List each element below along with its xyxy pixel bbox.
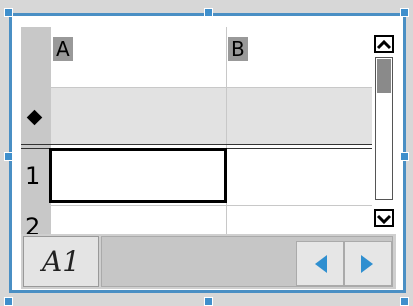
- resize-handle-bottom-right[interactable]: [400, 297, 409, 306]
- resize-handle-bottom-center[interactable]: [204, 297, 213, 306]
- bottom-bar: A1: [21, 234, 396, 289]
- arrow-down-icon: [376, 214, 392, 225]
- resize-handle-top-center[interactable]: [204, 8, 213, 17]
- gridline: [21, 87, 372, 88]
- resize-handle-right-middle[interactable]: [400, 152, 409, 161]
- cell-a1-selected[interactable]: [49, 148, 227, 203]
- resize-handle-bottom-left[interactable]: [4, 297, 13, 306]
- resize-handle-top-left[interactable]: [4, 8, 13, 17]
- cell-b2[interactable]: [227, 206, 372, 234]
- scroll-thumb[interactable]: [377, 59, 391, 93]
- arrow-left-icon: [315, 255, 327, 273]
- spreadsheet-grid[interactable]: A B 1 2: [21, 27, 372, 234]
- scroll-down-button[interactable]: [374, 209, 394, 227]
- row-header-1[interactable]: 1: [25, 162, 40, 190]
- scroll-up-button[interactable]: [374, 35, 394, 53]
- scroll-track[interactable]: [375, 57, 393, 200]
- scroll-left-button[interactable]: [296, 241, 344, 286]
- resize-handle-left-middle[interactable]: [4, 152, 13, 161]
- column-header-a[interactable]: A: [53, 37, 73, 61]
- resize-handle-top-right[interactable]: [400, 8, 409, 17]
- column-header-b[interactable]: B: [228, 37, 248, 61]
- cell-reference-box[interactable]: A1: [23, 236, 99, 287]
- gridline: [21, 144, 372, 145]
- arrow-up-icon: [376, 39, 392, 50]
- cell-a2[interactable]: [51, 206, 226, 234]
- row-header-2[interactable]: 2: [25, 213, 40, 234]
- horizontal-scrollbar[interactable]: [101, 236, 393, 287]
- row-header-column: [21, 27, 50, 234]
- formula-row[interactable]: [50, 87, 372, 144]
- scroll-right-button[interactable]: [344, 241, 392, 286]
- arrow-right-icon: [361, 255, 373, 273]
- cell-b1[interactable]: [227, 149, 372, 204]
- vertical-scrollbar[interactable]: [372, 27, 396, 234]
